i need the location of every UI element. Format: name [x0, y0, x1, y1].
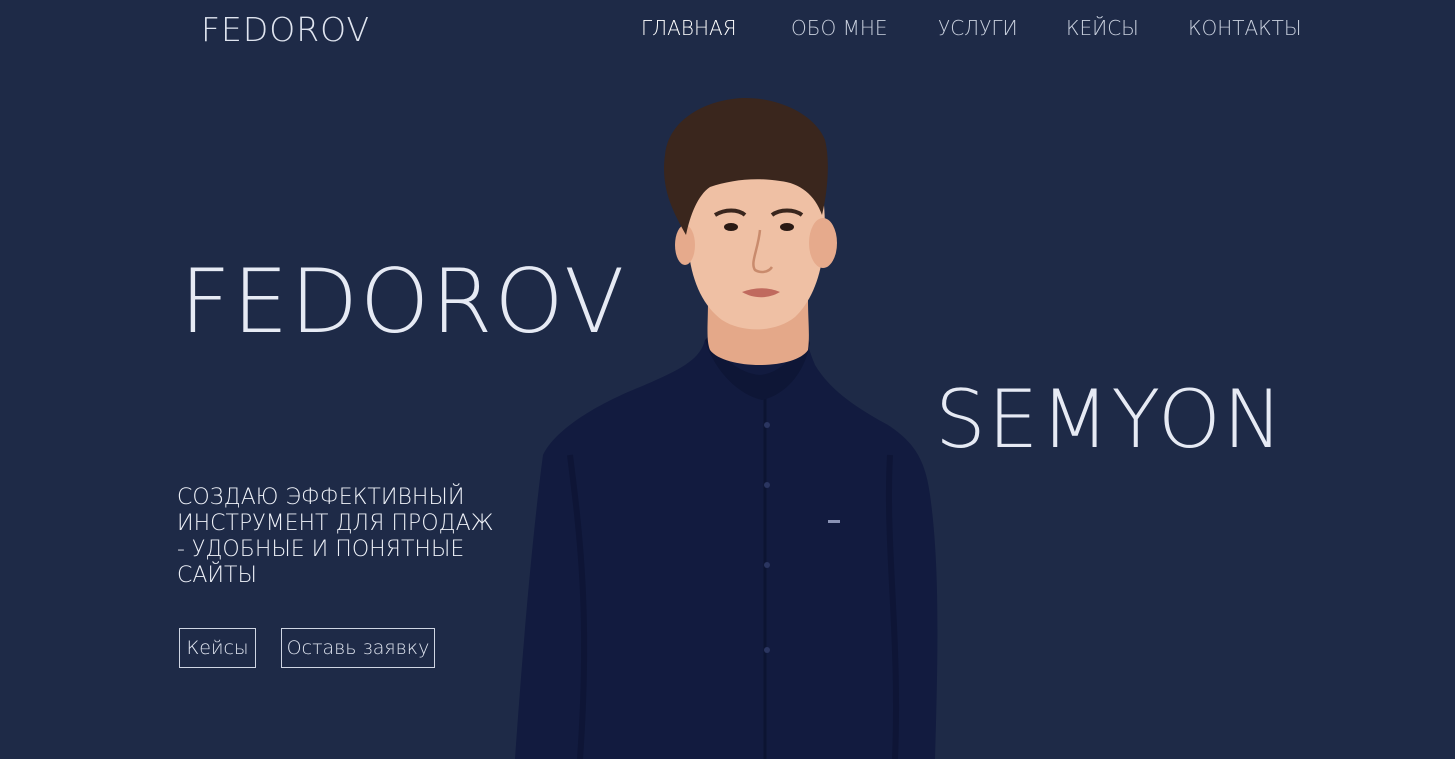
page: FEDOROV ГЛАВНАЯ ОБО МНЕ УСЛУГИ КЕЙСЫ КОН…: [0, 0, 1455, 759]
nav-item-services[interactable]: УСЛУГИ: [938, 16, 1018, 40]
nav-item-about[interactable]: ОБО МНЕ: [791, 16, 888, 40]
nav-item-home[interactable]: ГЛАВНАЯ: [641, 16, 737, 40]
nav-item-contacts[interactable]: КОНТАКТЫ: [1188, 16, 1302, 40]
request-button[interactable]: Оставь заявку: [281, 628, 435, 668]
site-logo[interactable]: FEDOROV: [201, 10, 370, 49]
hero-first-name: SEMYON: [935, 373, 1285, 466]
hero-tagline: СОЗДАЮ ЭФФЕКТИВНЫЙ ИНСТРУМЕНТ ДЛЯ ПРОДАЖ…: [177, 485, 494, 588]
cases-button[interactable]: Кейсы: [179, 628, 256, 668]
nav-item-cases[interactable]: КЕЙСЫ: [1066, 16, 1139, 40]
portrait-photo: [515, 97, 938, 759]
